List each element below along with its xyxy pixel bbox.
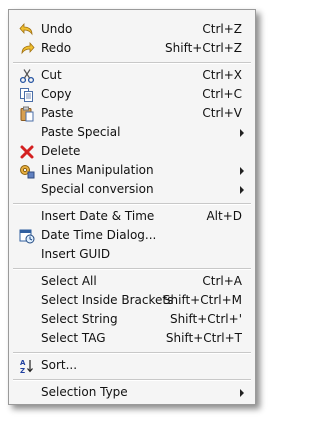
select-all-shortcut: Ctrl+A (202, 274, 242, 288)
selection-type-label: Selection Type (41, 385, 128, 399)
lines-manipulation-label: Lines Manipulation (41, 163, 154, 177)
copy-shortcut: Ctrl+C (202, 87, 242, 101)
select-string-label: Select String (41, 312, 118, 326)
menu-item-select-string[interactable]: Select String Shift+Ctrl+' (9, 310, 255, 329)
select-inside-brackets-shortcut: Shift+Ctrl+M (162, 293, 242, 307)
calendar-clock-icon (19, 228, 35, 244)
submenu-arrow-icon (240, 167, 244, 175)
scissors-icon (19, 68, 35, 84)
sort-az-icon: A Z (19, 358, 35, 375)
delete-x-icon (19, 144, 35, 160)
select-tag-shortcut: Shift+Ctrl+T (165, 331, 242, 345)
separator (13, 352, 251, 354)
select-tag-label: Select TAG (41, 331, 106, 345)
undo-label: Undo (41, 22, 73, 36)
delete-label: Delete (41, 144, 81, 158)
clipboard-icon (19, 106, 35, 122)
date-time-dialog-label: Date Time Dialog... (41, 228, 157, 242)
undo-icon (19, 22, 35, 38)
sort-label: Sort... (41, 358, 78, 372)
svg-text:Z: Z (20, 367, 25, 374)
insert-date-time-shortcut: Alt+D (206, 209, 242, 223)
select-all-label: Select All (41, 274, 97, 288)
menu-item-date-time-dialog[interactable]: Date Time Dialog... (9, 226, 255, 245)
select-inside-brackets-label: Select Inside Brackets (41, 293, 174, 307)
menu-item-special-conversion[interactable]: Special conversion (9, 180, 255, 199)
menu-item-delete[interactable]: Delete (9, 142, 255, 161)
menu-item-lines-manipulation[interactable]: Lines Manipulation (9, 161, 255, 180)
menu-item-undo[interactable]: Undo Ctrl+Z (9, 20, 255, 39)
cut-shortcut: Ctrl+X (202, 68, 242, 82)
menu-item-insert-date-time[interactable]: Insert Date & Time Alt+D (9, 207, 255, 226)
menu-item-cut[interactable]: Cut Ctrl+X (9, 66, 255, 85)
context-menu: Undo Ctrl+Z Redo Shift+Ctrl+Z Cut Ctrl+X… (8, 9, 256, 405)
menu-item-insert-guid[interactable]: Insert GUID (9, 245, 255, 264)
cut-label: Cut (41, 68, 62, 82)
submenu-arrow-icon (240, 186, 244, 194)
menu-item-sort[interactable]: A Z Sort... (9, 356, 255, 375)
separator (13, 62, 251, 64)
menu-item-select-all[interactable]: Select All Ctrl+A (9, 272, 255, 291)
special-conversion-label: Special conversion (41, 182, 154, 196)
menu-item-select-tag[interactable]: Select TAG Shift+Ctrl+T (9, 329, 255, 348)
insert-guid-label: Insert GUID (41, 247, 111, 261)
redo-label: Redo (41, 41, 72, 55)
menu-item-paste-special[interactable]: Paste Special (9, 123, 255, 142)
separator (13, 379, 251, 381)
redo-shortcut: Shift+Ctrl+Z (165, 41, 242, 55)
submenu-arrow-icon (240, 129, 244, 137)
redo-icon (19, 41, 35, 57)
separator (13, 203, 251, 205)
paste-special-label: Paste Special (41, 125, 121, 139)
gear-lines-icon (19, 163, 35, 179)
submenu-arrow-icon (240, 389, 244, 397)
paste-label: Paste (41, 106, 74, 120)
separator (13, 268, 251, 270)
menu-item-selection-type[interactable]: Selection Type (9, 383, 255, 402)
menu-item-redo[interactable]: Redo Shift+Ctrl+Z (9, 39, 255, 58)
menu-item-copy[interactable]: Copy Ctrl+C (9, 85, 255, 104)
svg-text:A: A (20, 359, 26, 367)
select-string-shortcut: Shift+Ctrl+' (169, 312, 242, 326)
insert-date-time-label: Insert Date & Time (41, 209, 155, 223)
menu-item-paste[interactable]: Paste Ctrl+V (9, 104, 255, 123)
copy-icon (19, 87, 35, 103)
paste-shortcut: Ctrl+V (202, 106, 242, 120)
copy-label: Copy (41, 87, 72, 101)
undo-shortcut: Ctrl+Z (202, 22, 242, 36)
menu-item-select-inside-brackets[interactable]: Select Inside Brackets Shift+Ctrl+M (9, 291, 255, 310)
